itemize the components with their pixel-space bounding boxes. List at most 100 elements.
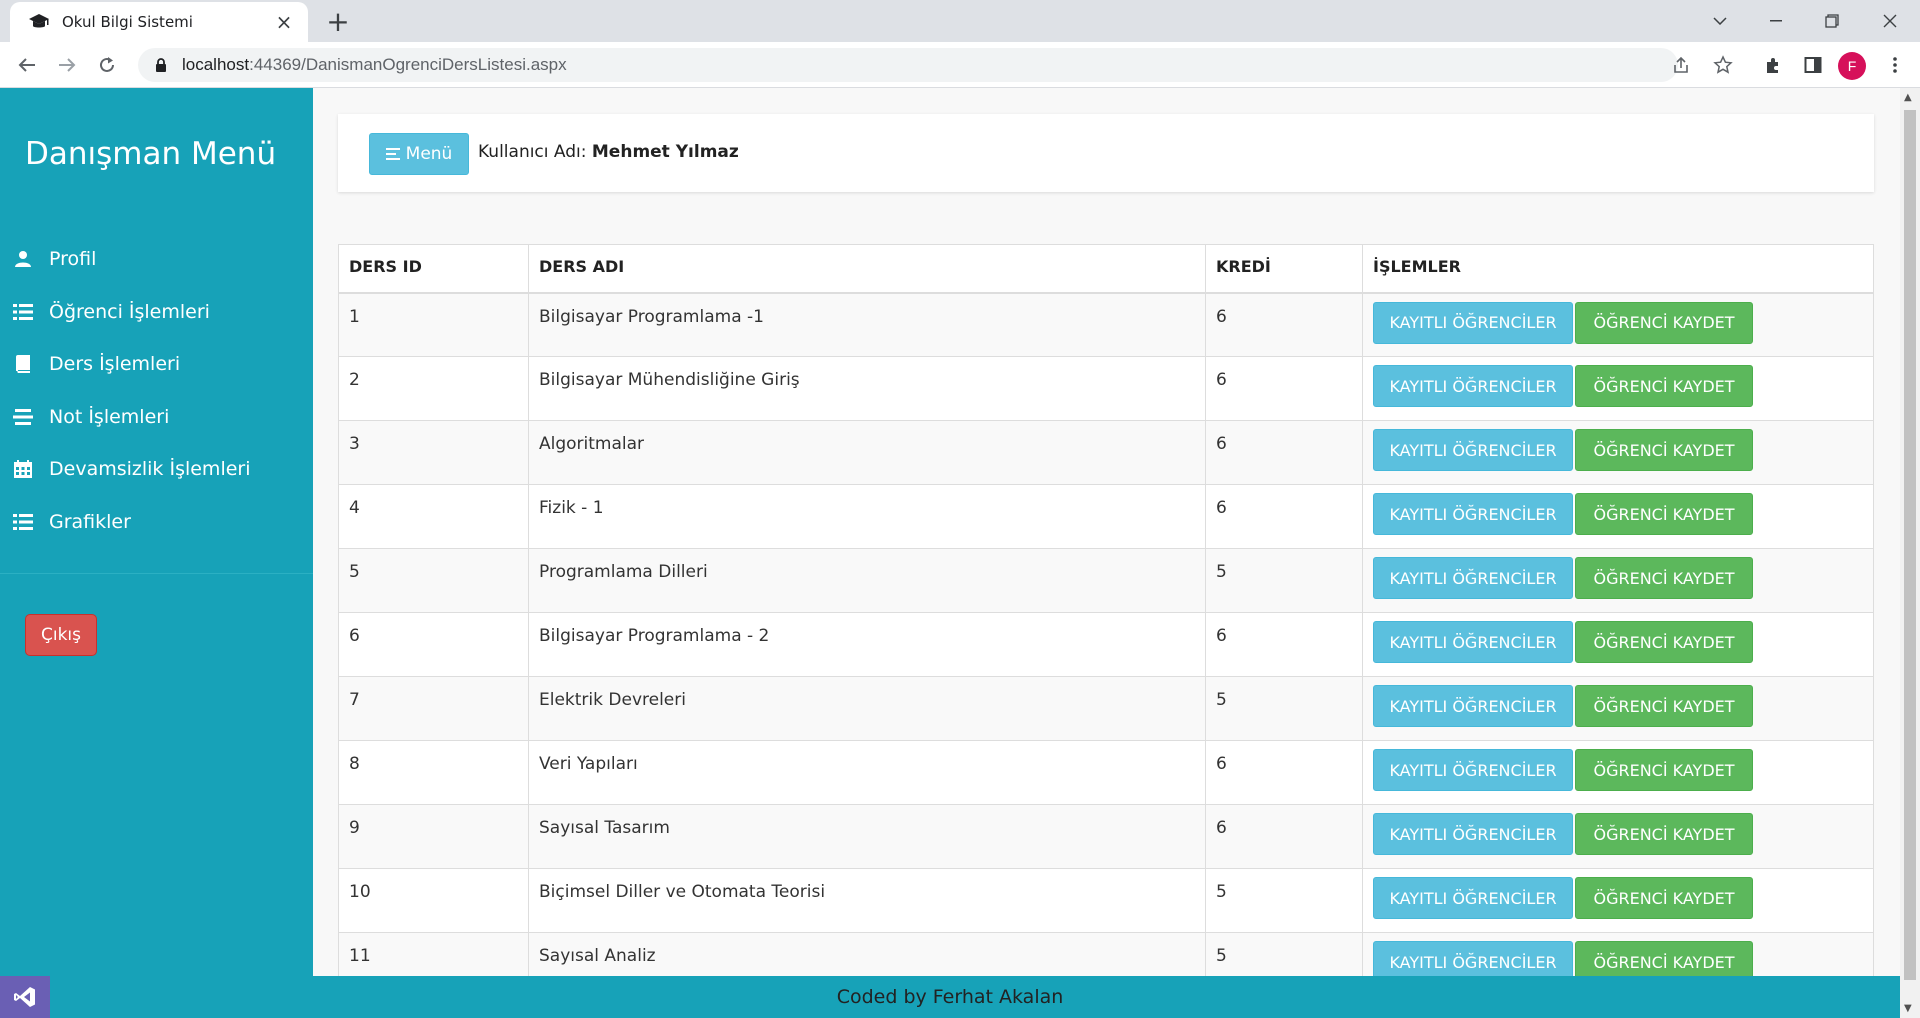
table-cell-credit: 6 [1205,804,1363,869]
sidebar-item-ogrenci[interactable]: Öğrenci İşlemleri [0,288,313,336]
sidebar-item-label: Ders İşlemleri [49,353,181,375]
table-body: 1 Bilgisayar Programlama -1 6 KAYITLI ÖĞREN… [338,292,1874,997]
table-cell-name: Fizik - 1 [528,484,1206,549]
share-icon[interactable] [1666,50,1696,80]
register-student-button[interactable]: ÖĞRENCİ KAYDET [1575,557,1753,599]
table-cell-id: 3 [338,420,529,485]
register-student-button[interactable]: ÖĞRENCİ KAYDET [1575,493,1753,535]
sidebar-item-label: Grafikler [49,511,131,533]
table-row: 7 Elektrik Devreleri 5 KAYITLI ÖĞRENCİLER ÖĞ… [338,676,1874,741]
visual-studio-icon[interactable] [0,976,50,1018]
tab-title: Okul Bilgi Sistemi [62,13,193,31]
table-cell-credit: 6 [1205,292,1363,357]
table-header-row: DERS ID DERS ADI KREDİ İŞLEMLER [338,244,1874,294]
table-row: 9 Sayısal Tasarım 6 KAYITLI ÖĞRENCİLER ÖĞREN… [338,804,1874,869]
user-info: Kullanıcı Adı: Mehmet Yılmaz [478,142,739,162]
book-icon [12,353,34,375]
register-student-button[interactable]: ÖĞRENCİ KAYDET [1575,749,1753,791]
scrollbar-thumb[interactable] [1904,110,1916,980]
table-cell-name: Veri Yapıları [528,740,1206,805]
register-student-button[interactable]: ÖĞRENCİ KAYDET [1575,685,1753,727]
back-icon[interactable] [12,50,42,80]
table-cell-credit: 6 [1205,484,1363,549]
forward-icon[interactable] [52,50,82,80]
star-icon[interactable] [1708,50,1738,80]
registered-students-button[interactable]: KAYITLI ÖĞRENCİLER [1373,813,1573,855]
table-cell-actions: KAYITLI ÖĞRENCİLER ÖĞRENCİ KAYDET [1362,548,1874,613]
logout-button[interactable]: Çıkış [25,614,97,656]
registered-students-button[interactable]: KAYITLI ÖĞRENCİLER [1373,621,1573,663]
registered-students-button[interactable]: KAYITLI ÖĞRENCİLER [1373,301,1573,344]
calendar-icon [12,458,34,480]
table-cell-name: Biçimsel Diller ve Otomata Teorisi [528,868,1206,933]
more-menu-icon[interactable] [1880,50,1910,80]
address-bar[interactable]: localhost:44369/DanismanOgrenciDersListe… [138,48,1678,82]
scroll-down-icon[interactable]: ▼ [1904,1003,1912,1014]
user-label: Kullanıcı Adı: [478,142,587,162]
registered-students-button[interactable]: KAYITLI ÖĞRENCİLER [1373,493,1573,535]
browser-tab[interactable]: Okul Bilgi Sistemi × [10,2,308,42]
table-cell-id: 4 [338,484,529,549]
page-viewport: Danışman Menü Profil Öğrenci İşlemleri D… [0,88,1900,1018]
sidebar-item-label: Profil [49,248,97,270]
table-cell-name: Sayısal Tasarım [528,804,1206,869]
registered-students-button[interactable]: KAYITLI ÖĞRENCİLER [1373,685,1573,727]
sidebar-item-devamsizlik[interactable]: Devamsizlik İşlemleri [0,445,313,493]
table-cell-name: Elektrik Devreleri [528,676,1206,741]
tasks-icon [12,406,34,428]
table-cell-actions: KAYITLI ÖĞRENCİLER ÖĞRENCİ KAYDET [1362,676,1874,741]
table-cell-actions: KAYITLI ÖĞRENCİLER ÖĞRENCİ KAYDET [1362,356,1874,421]
table-cell-credit: 5 [1205,868,1363,933]
table-row: 3 Algoritmalar 6 KAYITLI ÖĞRENCİLER ÖĞRENCİ … [338,420,1874,485]
side-panel-icon[interactable] [1798,50,1828,80]
table-cell-credit: 6 [1205,740,1363,805]
lock-icon [152,56,170,74]
close-icon[interactable]: × [272,10,296,34]
menu-toggle-button[interactable]: Menü [369,133,469,175]
register-student-button[interactable]: ÖĞRENCİ KAYDET [1575,429,1753,471]
registered-students-button[interactable]: KAYITLI ÖĞRENCİLER [1373,557,1573,599]
registered-students-button[interactable]: KAYITLI ÖĞRENCİLER [1373,877,1573,919]
table-cell-id: 7 [338,676,529,741]
user-icon [12,248,34,270]
register-student-button[interactable]: ÖĞRENCİ KAYDET [1575,877,1753,919]
table-cell-credit: 6 [1205,612,1363,677]
chevron-down-icon[interactable] [1692,0,1748,42]
minimize-icon[interactable] [1748,0,1804,42]
sidebar-item-ders[interactable]: Ders İşlemleri [0,340,313,388]
url-host: localhost [182,55,250,74]
registered-students-button[interactable]: KAYITLI ÖĞRENCİLER [1373,365,1573,407]
sidebar: Danışman Menü Profil Öğrenci İşlemleri D… [0,88,313,976]
menu-lines-icon [385,147,400,161]
register-student-button[interactable]: ÖĞRENCİ KAYDET [1575,813,1753,855]
sidebar-item-not[interactable]: Not İşlemleri [0,393,313,441]
profile-avatar[interactable]: F [1838,52,1866,80]
extensions-icon[interactable] [1758,50,1788,80]
sidebar-item-profil[interactable]: Profil [0,235,313,283]
vertical-scrollbar[interactable]: ▲ ▼ [1900,88,1920,1018]
table-cell-credit: 6 [1205,356,1363,421]
registered-students-button[interactable]: KAYITLI ÖĞRENCİLER [1373,749,1573,791]
scroll-up-icon[interactable]: ▲ [1904,92,1912,103]
column-header-name: DERS ADI [528,244,1206,294]
new-tab-icon[interactable]: + [324,5,352,38]
reload-icon[interactable] [92,50,122,80]
table-cell-id: 2 [338,356,529,421]
list-icon [12,511,34,533]
register-student-button[interactable]: ÖĞRENCİ KAYDET [1575,365,1753,407]
register-student-button[interactable]: ÖĞRENCİ KAYDET [1575,301,1753,344]
register-student-button[interactable]: ÖĞRENCİ KAYDET [1575,621,1753,663]
course-table: DERS ID DERS ADI KREDİ İŞLEMLER 1 Bilgisa… [338,244,1874,997]
registered-students-button[interactable]: KAYITLI ÖĞRENCİLER [1373,429,1573,471]
restore-icon[interactable] [1804,0,1860,42]
window-close-icon[interactable] [1862,0,1918,42]
table-cell-credit: 5 [1205,676,1363,741]
table-cell-actions: KAYITLI ÖĞRENCİLER ÖĞRENCİ KAYDET [1362,804,1874,869]
sidebar-item-grafikler[interactable]: Grafikler [0,498,313,546]
table-row: 1 Bilgisayar Programlama -1 6 KAYITLI ÖĞREN… [338,292,1874,357]
sidebar-item-label: Not İşlemleri [49,406,170,428]
list-icon [12,301,34,323]
table-cell-name: Bilgisayar Programlama - 2 [528,612,1206,677]
footer: Coded by Ferhat Akalan [0,976,1900,1018]
table-cell-credit: 6 [1205,420,1363,485]
